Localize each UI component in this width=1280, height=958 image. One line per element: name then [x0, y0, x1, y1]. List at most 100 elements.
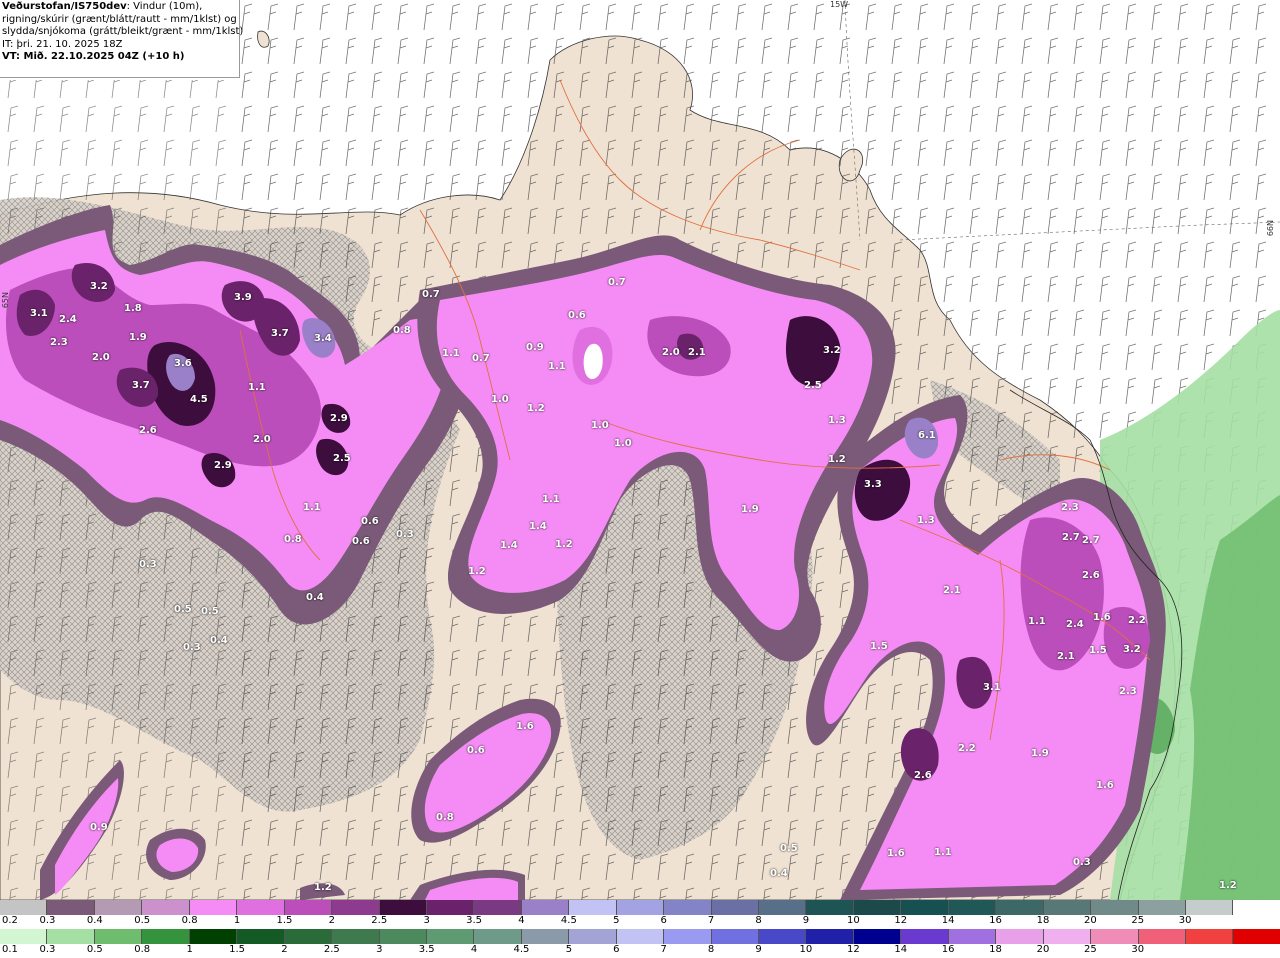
- colorbar-label: 30: [1178, 915, 1192, 926]
- precip-value-label: 1.5: [870, 641, 888, 652]
- precip-value-label: 0.6: [467, 745, 485, 756]
- colorbar-swatch: [1185, 929, 1234, 944]
- colorbar-label: 12: [846, 944, 860, 955]
- colorbar-swatch: [901, 929, 949, 944]
- precip-value-label: 0.7: [472, 353, 490, 364]
- colorbar-label: 1: [233, 915, 241, 926]
- precip-value-label: 1.3: [917, 515, 935, 526]
- precip-value-label: 2.6: [1082, 570, 1100, 581]
- precip-value-label: 3.4: [314, 333, 332, 344]
- longitude-label: 15W: [830, 0, 849, 9]
- colorbar-swatch: [569, 929, 617, 944]
- precip-value-label: 3.6: [174, 358, 192, 369]
- colorbar-label: 6: [613, 944, 620, 955]
- precip-value-label: 0.7: [422, 289, 440, 300]
- colorbar-swatch: [948, 929, 997, 944]
- precip-value-label: 2.6: [914, 770, 932, 781]
- colorbar-swatch: [759, 900, 807, 915]
- precip-value-label: 0.5: [780, 843, 798, 854]
- colorbar-swatch: [616, 900, 665, 915]
- colorbar-label: 25: [1131, 915, 1145, 926]
- colorbar-label: 2.5: [371, 915, 388, 926]
- source-title: Veðurstofan/IS750dev: [2, 1, 127, 12]
- colorbar-label: 9: [802, 915, 810, 926]
- colorbar-label: 0.2: [2, 915, 18, 926]
- precip-value-label: 1.4: [500, 540, 518, 551]
- precip-value-label: 0.8: [436, 812, 454, 823]
- colorbar-label: 1: [186, 944, 193, 955]
- colorbar-label: 3: [423, 915, 430, 926]
- colorbar-label: 16: [941, 944, 955, 955]
- colorbar-label: 0.4: [86, 915, 103, 926]
- rain-colorbar: [0, 929, 1280, 944]
- precip-value-label: 0.3: [1073, 857, 1091, 868]
- valid-time: VT: Mið. 22.10.2025 04Z (+10 h): [2, 51, 185, 62]
- colorbar-swatch: [1091, 929, 1139, 944]
- colorbar-label: 5: [613, 915, 620, 926]
- precip-value-label: 2.6: [139, 425, 157, 436]
- precip-value-label: 0.6: [568, 310, 586, 321]
- colorbar-label: 4.5: [513, 944, 530, 955]
- colorbar-swatch: [47, 900, 95, 915]
- precip-value-label: 2.9: [214, 460, 232, 471]
- precip-value-label: 1.9: [741, 504, 759, 515]
- colorbar-label: 0.3: [39, 915, 56, 926]
- info-line-3: slydda/snjókoma (grátt/bleikt/grænt - mm…: [2, 26, 244, 37]
- colorbar-swatch: [0, 900, 48, 915]
- precip-value-label: 1.8: [124, 303, 142, 314]
- precip-value-label: 2.0: [662, 347, 680, 358]
- colorbar-swatch: [901, 900, 949, 915]
- info-line-2: rigning/skúrir (grænt/blátt/rautt - mm/1…: [2, 13, 237, 25]
- colorbar-swatch: [711, 900, 759, 915]
- precip-value-label: 3.2: [1123, 644, 1141, 655]
- colorbar-label: 25: [1083, 944, 1097, 955]
- colorbar-label: 2: [328, 915, 336, 926]
- precip-value-label: 1.6: [1096, 780, 1114, 791]
- colorbar-swatch: [332, 929, 380, 944]
- precip-value-label: 1.1: [1028, 616, 1046, 627]
- colorbar-swatch: [1043, 900, 1092, 915]
- colorbar-label: 20: [1083, 915, 1097, 926]
- colorbar-label: 30: [1131, 944, 1145, 955]
- precip-value-label: 2.7: [1082, 535, 1100, 546]
- precip-value-label: 2.4: [59, 314, 77, 325]
- colorbar-swatch: [379, 900, 427, 915]
- colorbar-label: 8: [707, 944, 715, 955]
- colorbar-swatch: [1233, 900, 1280, 915]
- colorbar-label: 1.5: [276, 915, 293, 926]
- precip-value-label: 6.1: [918, 430, 936, 441]
- forecast-map: [0, 0, 1280, 900]
- colorbar-swatch: [379, 929, 427, 944]
- precip-value-label: 0.5: [201, 606, 219, 617]
- precip-value-label: 0.3: [183, 642, 201, 653]
- precip-value-label: 2.7: [1062, 532, 1080, 543]
- colorbar-label: 14: [894, 944, 908, 955]
- colorbar-label: 0.8: [134, 944, 151, 955]
- latitude-label-right: 66N: [1266, 220, 1275, 237]
- colorbar-swatch: [664, 929, 712, 944]
- precip-value-label: 0.6: [361, 516, 379, 527]
- precip-value-label: 2.0: [92, 352, 110, 363]
- colorbar-swatch: [332, 900, 380, 915]
- colorbar-label: 18: [1036, 915, 1050, 926]
- colorbar-label: 4: [518, 915, 525, 926]
- precip-value-label: 1.1: [548, 361, 566, 372]
- precip-value-label: 1.6: [887, 848, 905, 859]
- precip-value-label: 0.7: [608, 277, 626, 288]
- precip-value-label: 2.0: [253, 434, 271, 445]
- colorbar-swatch: [1043, 929, 1092, 944]
- map-info-box: Veðurstofan/IS750dev: Vindur (10m), rign…: [0, 0, 244, 78]
- precip-value-label: 1.5: [1089, 645, 1107, 656]
- precip-value-label: 3.9: [234, 292, 252, 303]
- colorbar-swatch: [569, 900, 617, 915]
- precip-value-label: 2.2: [958, 743, 976, 754]
- colorbar-label: 7: [660, 944, 667, 955]
- precip-value-label: 0.8: [284, 534, 302, 545]
- precip-value-label: 2.4: [1066, 619, 1084, 630]
- precip-value-label: 2.5: [804, 380, 822, 391]
- colorbar-swatch: [711, 929, 759, 944]
- precip-value-label: 3.2: [90, 281, 108, 292]
- colorbar-label: 0.5: [134, 915, 151, 926]
- colorbar-swatch: [853, 900, 902, 915]
- precip-value-label: 2.2: [1128, 615, 1146, 626]
